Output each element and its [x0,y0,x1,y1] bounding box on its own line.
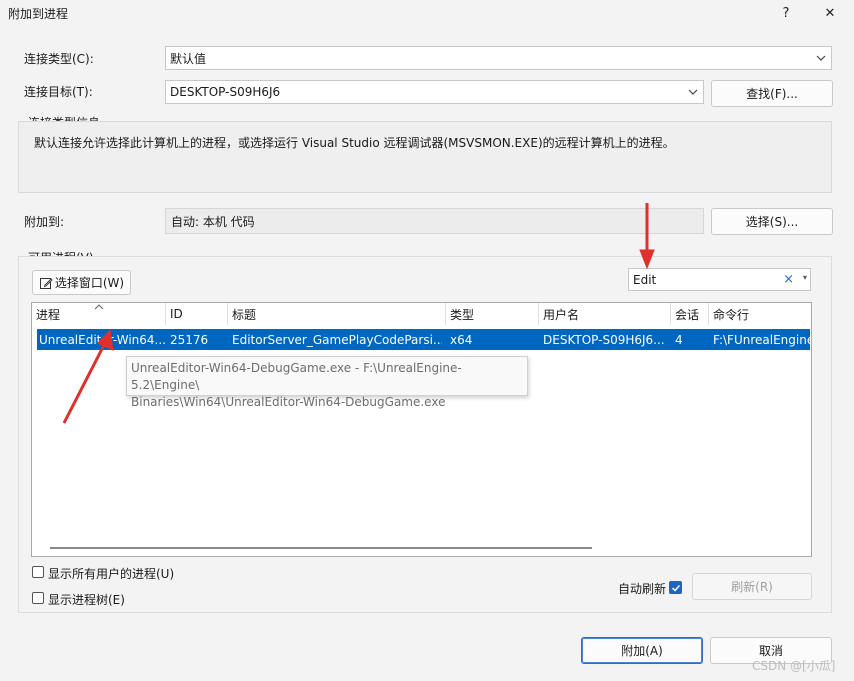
arrow-to-filter [639,203,655,270]
annotation-arrows [62,203,655,424]
arrow-to-process-row [62,328,114,424]
